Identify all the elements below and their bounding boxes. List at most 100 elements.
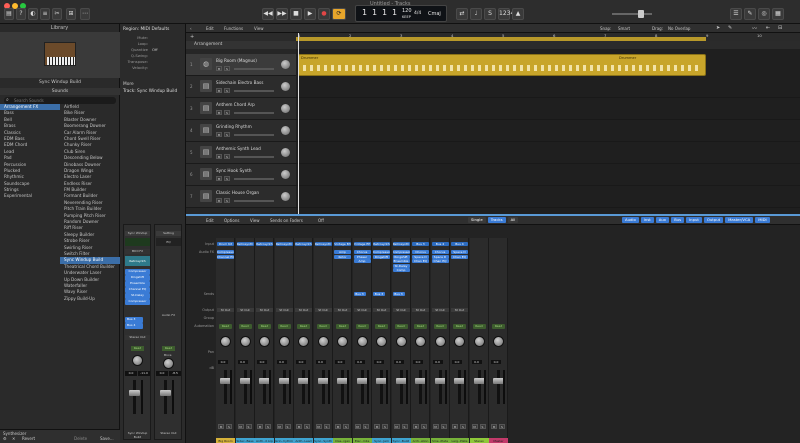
mixer-icon[interactable]: ≡ [40, 8, 50, 20]
solo-button[interactable]: S [226, 424, 232, 429]
send-slot[interactable]: Bus 3 [373, 292, 385, 296]
pan-knob[interactable] [132, 355, 143, 366]
pan-knob[interactable] [356, 336, 368, 347]
audio-fx-slot[interactable]: Compressor [373, 250, 390, 254]
settings-icon[interactable]: ⚙ [3, 436, 7, 441]
category-item[interactable]: Experimental [0, 193, 60, 199]
audio-fx-slot[interactable]: Space D [451, 250, 468, 254]
catch-icon[interactable]: ⇤ [766, 25, 770, 31]
automation-read-button[interactable]: Read [258, 324, 271, 329]
automation-read-button[interactable]: Read [219, 324, 232, 329]
volume-fader-track[interactable] [497, 370, 500, 404]
output-slot[interactable]: St Out [373, 308, 390, 312]
solo-button[interactable]: S [421, 424, 427, 429]
solo-button[interactable]: S [265, 424, 271, 429]
strip-name[interactable]: Sme..Plate [430, 438, 450, 443]
mute-button[interactable]: M [216, 66, 222, 71]
audio-fx-slot[interactable]: Compressor [125, 269, 150, 275]
strip-name[interactable]: Anth..Lead [294, 438, 313, 443]
track-volume-slider[interactable] [234, 178, 274, 180]
send-slot[interactable]: Bus 3 [125, 317, 143, 323]
input-slot[interactable]: Retrosynth [275, 242, 293, 246]
solo-button[interactable]: S [343, 424, 349, 429]
rewind-button[interactable]: ◀◀ [262, 8, 274, 20]
pan-knob[interactable] [259, 336, 270, 347]
track-header[interactable]: Track: Sync Windup Build [123, 89, 177, 94]
pan-knob[interactable] [376, 336, 387, 347]
strip-name[interactable]: Clas..rgan [333, 438, 352, 443]
input-slot[interactable]: Retrosynth [314, 242, 332, 246]
pan-knob[interactable] [317, 336, 329, 347]
inspector-field[interactable]: Velocity: [120, 65, 186, 71]
notepad-icon[interactable]: ✎ [744, 8, 756, 20]
strip-name[interactable]: Master [489, 438, 508, 443]
master-volume-slider[interactable] [612, 10, 652, 18]
input-slot[interactable]: Bus 3 [412, 242, 429, 246]
input-slot[interactable]: Retrosynth [295, 242, 312, 246]
audio-fx-slot[interactable]: Compressor [392, 250, 410, 254]
pointer-tool-icon[interactable]: ➤ [716, 25, 720, 31]
track-volume-slider[interactable] [234, 68, 274, 70]
pan-knob[interactable] [278, 336, 290, 347]
mute-button[interactable]: M [452, 424, 458, 429]
solo-button[interactable]: S [224, 132, 230, 137]
track-volume-slider[interactable] [234, 156, 274, 158]
output-slot[interactable]: St Out [412, 308, 429, 312]
mute-button[interactable]: M [257, 424, 263, 429]
automation-read-button[interactable]: Read [297, 324, 310, 329]
track-header[interactable]: 1 ◍ Big Room (Magnus) M S [186, 54, 296, 76]
strip-name[interactable]: Big Room [216, 438, 235, 443]
track-volume-slider[interactable] [234, 200, 274, 202]
automation-read-button[interactable]: Read [414, 324, 427, 329]
automation-read-button[interactable]: Read [375, 324, 388, 329]
library-toggle-icon[interactable]: ▤ [4, 8, 14, 20]
solo-button[interactable]: S [499, 424, 505, 429]
list-editors-icon[interactable]: ☰ [730, 8, 742, 20]
tracks-back-icon[interactable]: ‹ [190, 26, 192, 31]
automation-read-button[interactable]: Read [316, 324, 330, 329]
drummer-region[interactable]: Drummer Drummer [298, 54, 706, 76]
output-slot[interactable]: St Out [256, 308, 273, 312]
mute-button[interactable]: M [218, 424, 224, 429]
audio-fx-slot[interactable]: Amp [353, 259, 371, 264]
lcd-display[interactable]: 1 1 1 1 120 KEEP 4/4 Cmaj [355, 5, 447, 22]
track-header[interactable]: 5 ▤ Anthemic Synth Lead M S [186, 142, 296, 164]
volume-fader-track[interactable] [458, 370, 461, 404]
mute-button[interactable]: M [216, 198, 222, 203]
automation-read-button[interactable]: Read [472, 324, 486, 329]
track-header[interactable]: 7 ▤ Classic House Organ M S [186, 186, 296, 208]
volume-fader-track[interactable] [243, 370, 247, 404]
metronome-icon[interactable]: ▲ [512, 8, 524, 20]
strip-name[interactable]: Sync..Synth [313, 438, 333, 443]
mute-button[interactable]: M [471, 424, 478, 429]
pan-knob[interactable] [298, 336, 309, 347]
solo-button[interactable]: S [224, 88, 230, 93]
pan-knob[interactable] [239, 336, 251, 347]
solo-button[interactable]: S [304, 424, 310, 429]
audio-fx-slot[interactable]: Ensemble [125, 281, 150, 287]
help-icon[interactable]: ? [16, 8, 26, 20]
automation-read-button[interactable]: Read [492, 324, 505, 329]
search-sounds-input[interactable]: ⌕ Search Sounds [4, 97, 116, 104]
strip-setting-button[interactable]: Sync Windup [125, 231, 150, 236]
solo-button[interactable]: S [284, 424, 291, 429]
delete-icon[interactable]: ✕ [12, 436, 15, 441]
output-slot[interactable]: St Out [431, 308, 449, 312]
automation-read-button[interactable]: Read [131, 346, 144, 351]
mute-button[interactable]: M [491, 424, 497, 429]
fast-forward-button[interactable]: ▶▶ [276, 8, 288, 20]
audio-fx-slot[interactable]: Amp [334, 250, 351, 254]
audio-fx-slot[interactable]: Chan EQ [412, 259, 429, 264]
audio-fx-slot[interactable]: Chan EQ [431, 259, 449, 264]
output-pan-knob[interactable] [163, 358, 174, 369]
track-header[interactable]: 6 ▤ Sync Hook Synth M S [186, 164, 296, 186]
solo-button[interactable]: S [323, 424, 330, 429]
strip-name[interactable]: Stereo [469, 438, 489, 443]
region-header[interactable]: Region: MIDI Defaults [123, 27, 169, 32]
output-setting-button[interactable]: Setting [156, 231, 181, 236]
volume-fader-track[interactable] [360, 370, 364, 404]
output-slot[interactable]: St Out [217, 308, 234, 312]
instrument-slot[interactable]: Retrosynth [125, 256, 150, 266]
drag-dropdown[interactable]: No Overlap [668, 26, 690, 31]
solo-button[interactable]: S [460, 424, 466, 429]
